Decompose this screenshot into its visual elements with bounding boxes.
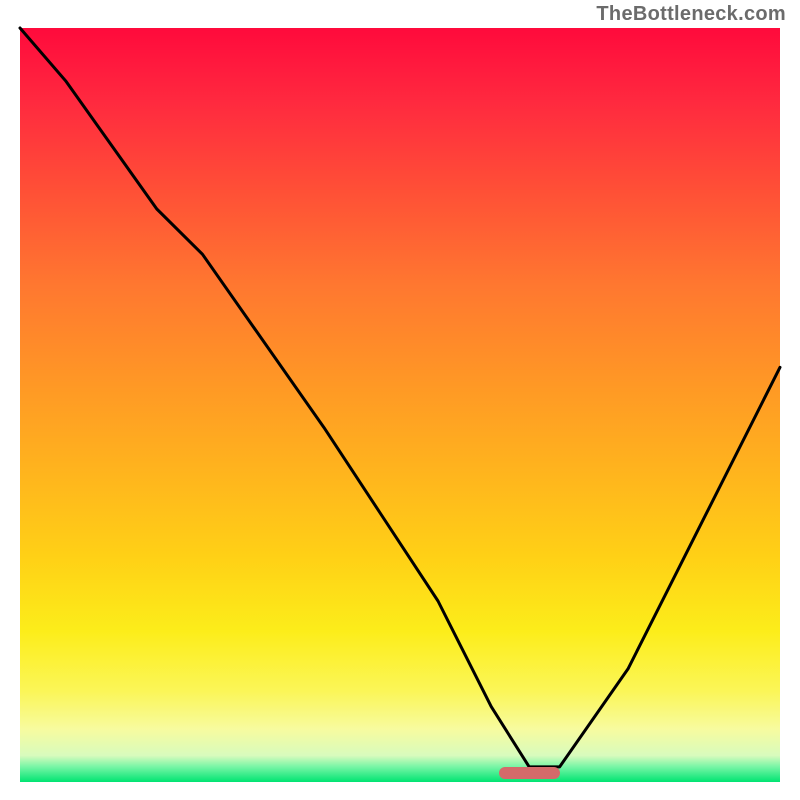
chart-stage: TheBottleneck.com bbox=[0, 0, 800, 800]
plot-area bbox=[20, 28, 780, 782]
bottleneck-curve bbox=[20, 28, 780, 782]
optimal-range-marker bbox=[499, 767, 560, 779]
attribution-label: TheBottleneck.com bbox=[596, 4, 786, 24]
curve-path bbox=[20, 28, 780, 767]
